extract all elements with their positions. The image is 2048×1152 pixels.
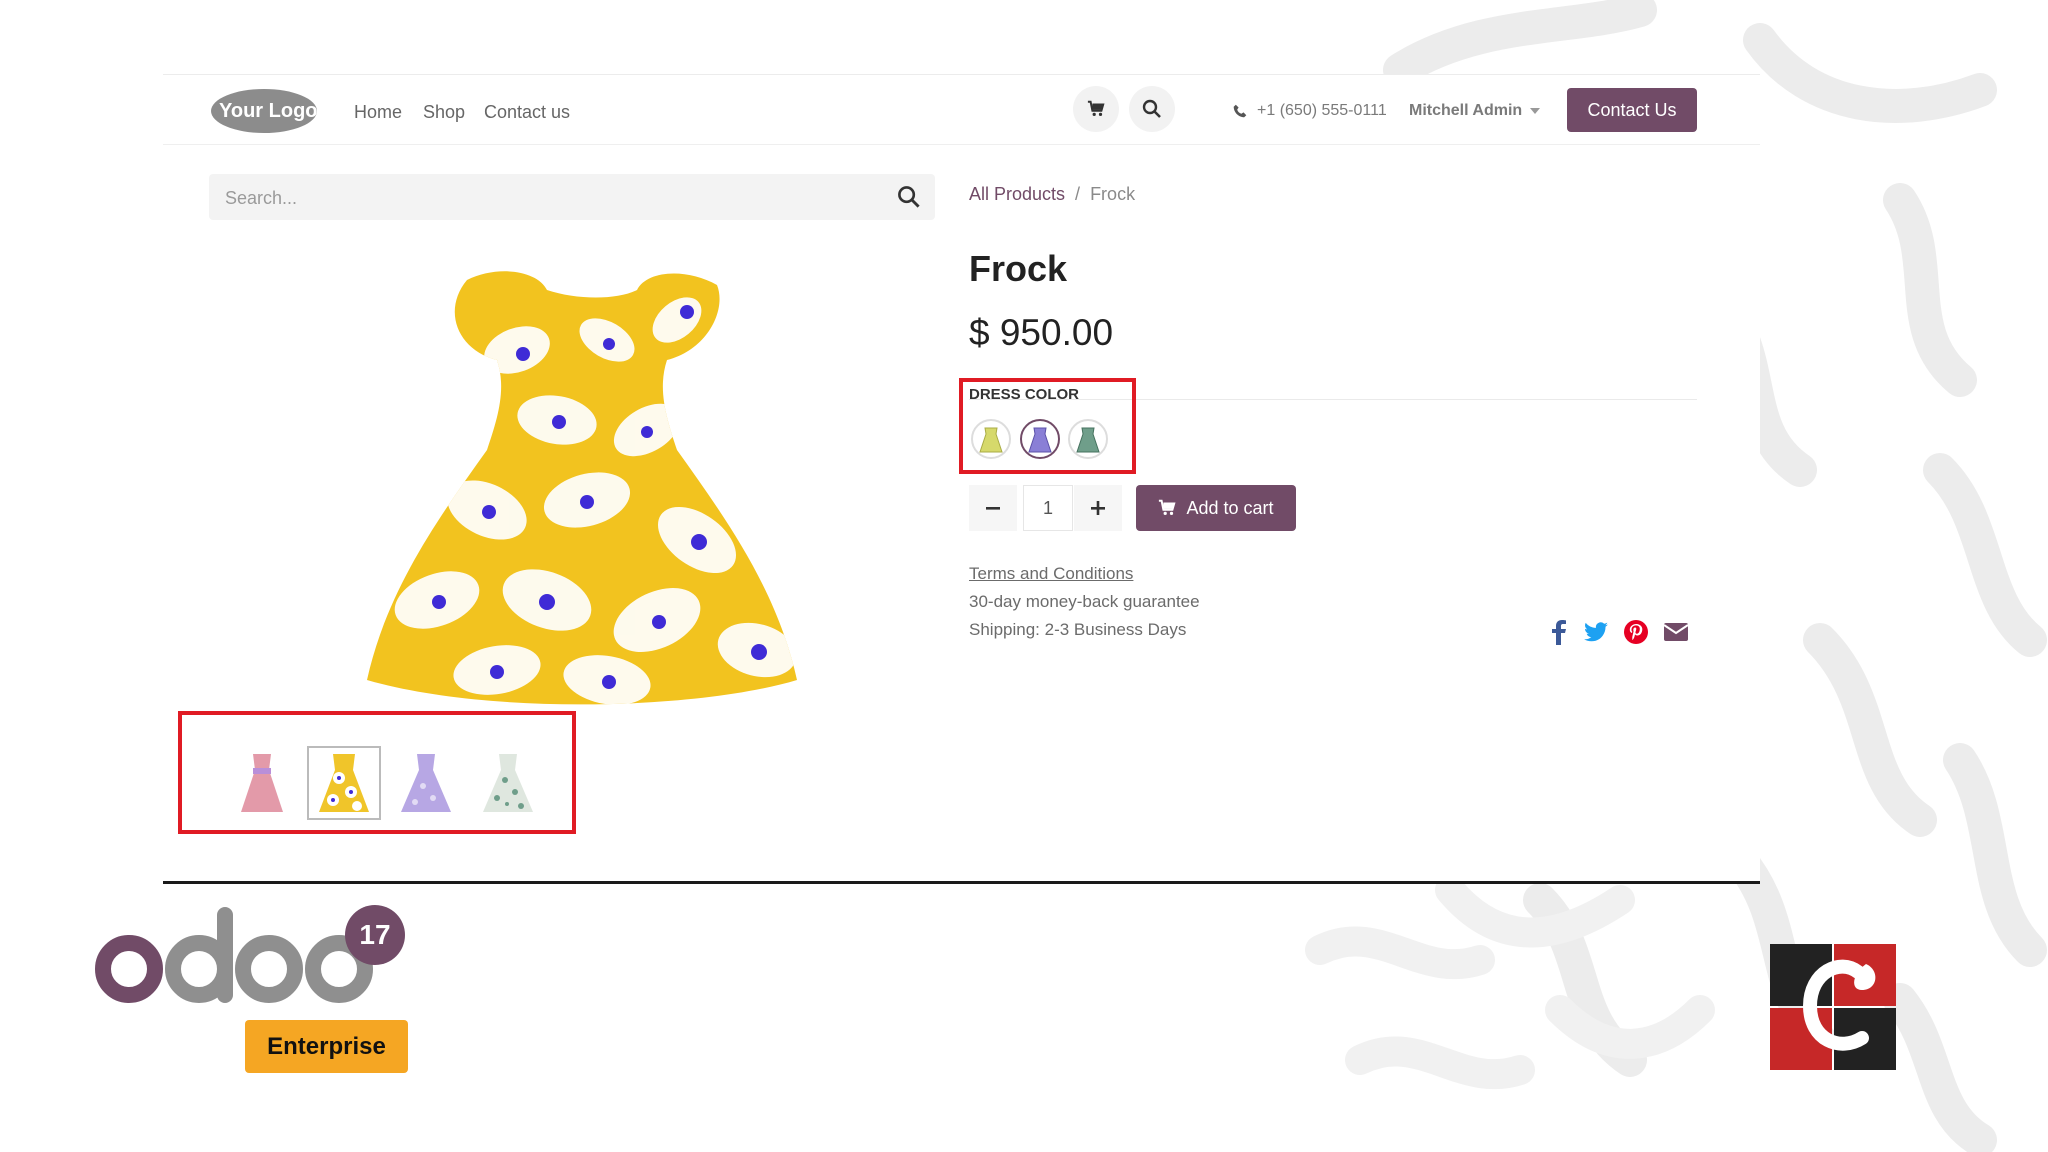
color-highlight-box bbox=[959, 378, 1136, 474]
email-icon[interactable] bbox=[1662, 618, 1690, 646]
search-icon[interactable] bbox=[897, 185, 921, 209]
contact-us-button[interactable]: Contact Us bbox=[1567, 88, 1697, 132]
quantity-increase-button[interactable] bbox=[1074, 485, 1122, 531]
minus-icon bbox=[986, 507, 1000, 510]
breadcrumb-separator: / bbox=[1075, 184, 1081, 204]
nav-home[interactable]: Home bbox=[354, 102, 402, 123]
product-title: Frock bbox=[969, 248, 1068, 289]
top-divider bbox=[163, 74, 1760, 75]
shipping-text: Shipping: 2-3 Business Days bbox=[969, 620, 1187, 639]
svg-text:Your Logo: Your Logo bbox=[219, 100, 318, 122]
chevron-down-icon bbox=[1530, 108, 1541, 114]
twitter-icon[interactable] bbox=[1582, 618, 1610, 646]
breadcrumb: All Products / Frock bbox=[969, 184, 1135, 205]
search-icon bbox=[1142, 99, 1161, 118]
cart-icon bbox=[1087, 100, 1105, 117]
nav-shop[interactable]: Shop bbox=[423, 102, 465, 123]
cart-button[interactable] bbox=[1073, 86, 1119, 132]
facebook-icon[interactable] bbox=[1545, 618, 1573, 646]
breadcrumb-all-products[interactable]: All Products bbox=[969, 184, 1065, 205]
product-price: $ 950.00 bbox=[969, 312, 1114, 353]
website-screenshot: Your Logo Home Shop Contact us +1 (650) … bbox=[163, 74, 1760, 882]
product-search bbox=[209, 174, 935, 222]
quantity-input[interactable]: 1 bbox=[1023, 485, 1073, 531]
add-to-cart-label: Add to cart bbox=[1186, 497, 1274, 518]
user-name: Mitchell Admin bbox=[1409, 102, 1523, 119]
decorative-background-lower bbox=[1300, 860, 1720, 1120]
user-menu[interactable]: Mitchell Admin bbox=[1409, 102, 1541, 120]
header-divider bbox=[163, 144, 1760, 145]
search-input[interactable] bbox=[223, 174, 877, 222]
phone-link[interactable]: +1 (650) 555-0111 bbox=[1233, 102, 1387, 120]
cart-icon bbox=[1159, 499, 1176, 516]
guarantee-text: 30-day money-back guarantee bbox=[969, 592, 1200, 611]
breadcrumb-current: Frock bbox=[1090, 184, 1136, 204]
quantity-decrease-button[interactable] bbox=[969, 485, 1017, 531]
product-main-image[interactable] bbox=[347, 260, 817, 716]
site-logo[interactable]: Your Logo bbox=[209, 87, 319, 135]
terms-link[interactable]: Terms and Conditions bbox=[969, 564, 1133, 584]
bottom-divider bbox=[163, 881, 1760, 884]
plus-icon bbox=[1091, 501, 1105, 515]
phone-icon bbox=[1233, 104, 1247, 118]
nav-contact[interactable]: Contact us bbox=[484, 102, 570, 123]
phone-number: +1 (650) 555-0111 bbox=[1257, 102, 1387, 119]
thumbnail-highlight-box bbox=[178, 711, 576, 834]
add-to-cart-button[interactable]: Add to cart bbox=[1136, 485, 1296, 531]
search-toggle-button[interactable] bbox=[1129, 86, 1175, 132]
brand-logo bbox=[1770, 944, 1896, 1070]
pinterest-icon[interactable] bbox=[1622, 618, 1650, 646]
enterprise-badge: Enterprise bbox=[245, 1020, 408, 1073]
version-badge: 17 bbox=[345, 905, 405, 965]
